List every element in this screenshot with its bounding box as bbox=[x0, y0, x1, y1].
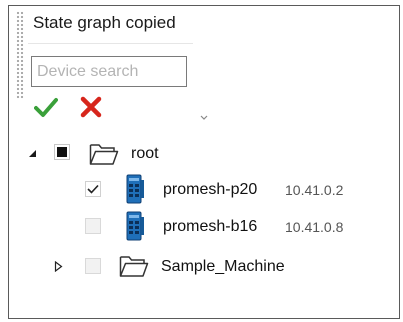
tree-node-folder[interactable]: Sample_Machine bbox=[0, 250, 380, 284]
tree-node-label: root bbox=[131, 145, 159, 162]
device-checkbox[interactable] bbox=[85, 181, 101, 197]
toolbar-separator bbox=[28, 43, 193, 44]
status-message: State graph copied bbox=[33, 13, 176, 32]
confirm-button[interactable] bbox=[33, 94, 59, 120]
tree-node-device[interactable]: promesh-p20 10.41.0.2 bbox=[0, 172, 380, 206]
tree-node-root[interactable]: root bbox=[0, 137, 380, 171]
folder-open-icon bbox=[89, 144, 119, 165]
folder-checkbox[interactable] bbox=[85, 258, 101, 274]
network-switch-icon bbox=[126, 174, 144, 204]
checkmark-icon bbox=[34, 98, 58, 117]
close-x-icon bbox=[80, 96, 102, 118]
folder-open-icon bbox=[119, 256, 149, 277]
device-ip: 10.41.0.2 bbox=[285, 182, 344, 198]
network-switch-icon bbox=[126, 211, 144, 241]
toolbar-grip-handle[interactable] bbox=[16, 11, 24, 99]
root-checkbox[interactable] bbox=[54, 144, 70, 160]
device-ip: 10.41.0.8 bbox=[285, 219, 344, 235]
device-name: promesh-b16 bbox=[163, 218, 258, 235]
cancel-button[interactable] bbox=[78, 94, 104, 120]
toolbar-overflow-icon[interactable] bbox=[200, 114, 208, 122]
tree-node-device[interactable]: promesh-b16 10.41.0.8 bbox=[0, 208, 380, 242]
folder-name: Sample_Machine bbox=[161, 258, 285, 275]
device-name: promesh-p20 bbox=[163, 181, 258, 198]
expand-arrow-icon[interactable] bbox=[53, 260, 63, 272]
collapse-arrow-icon[interactable] bbox=[27, 148, 37, 158]
device-search-input[interactable] bbox=[31, 56, 187, 87]
device-checkbox[interactable] bbox=[85, 218, 101, 234]
